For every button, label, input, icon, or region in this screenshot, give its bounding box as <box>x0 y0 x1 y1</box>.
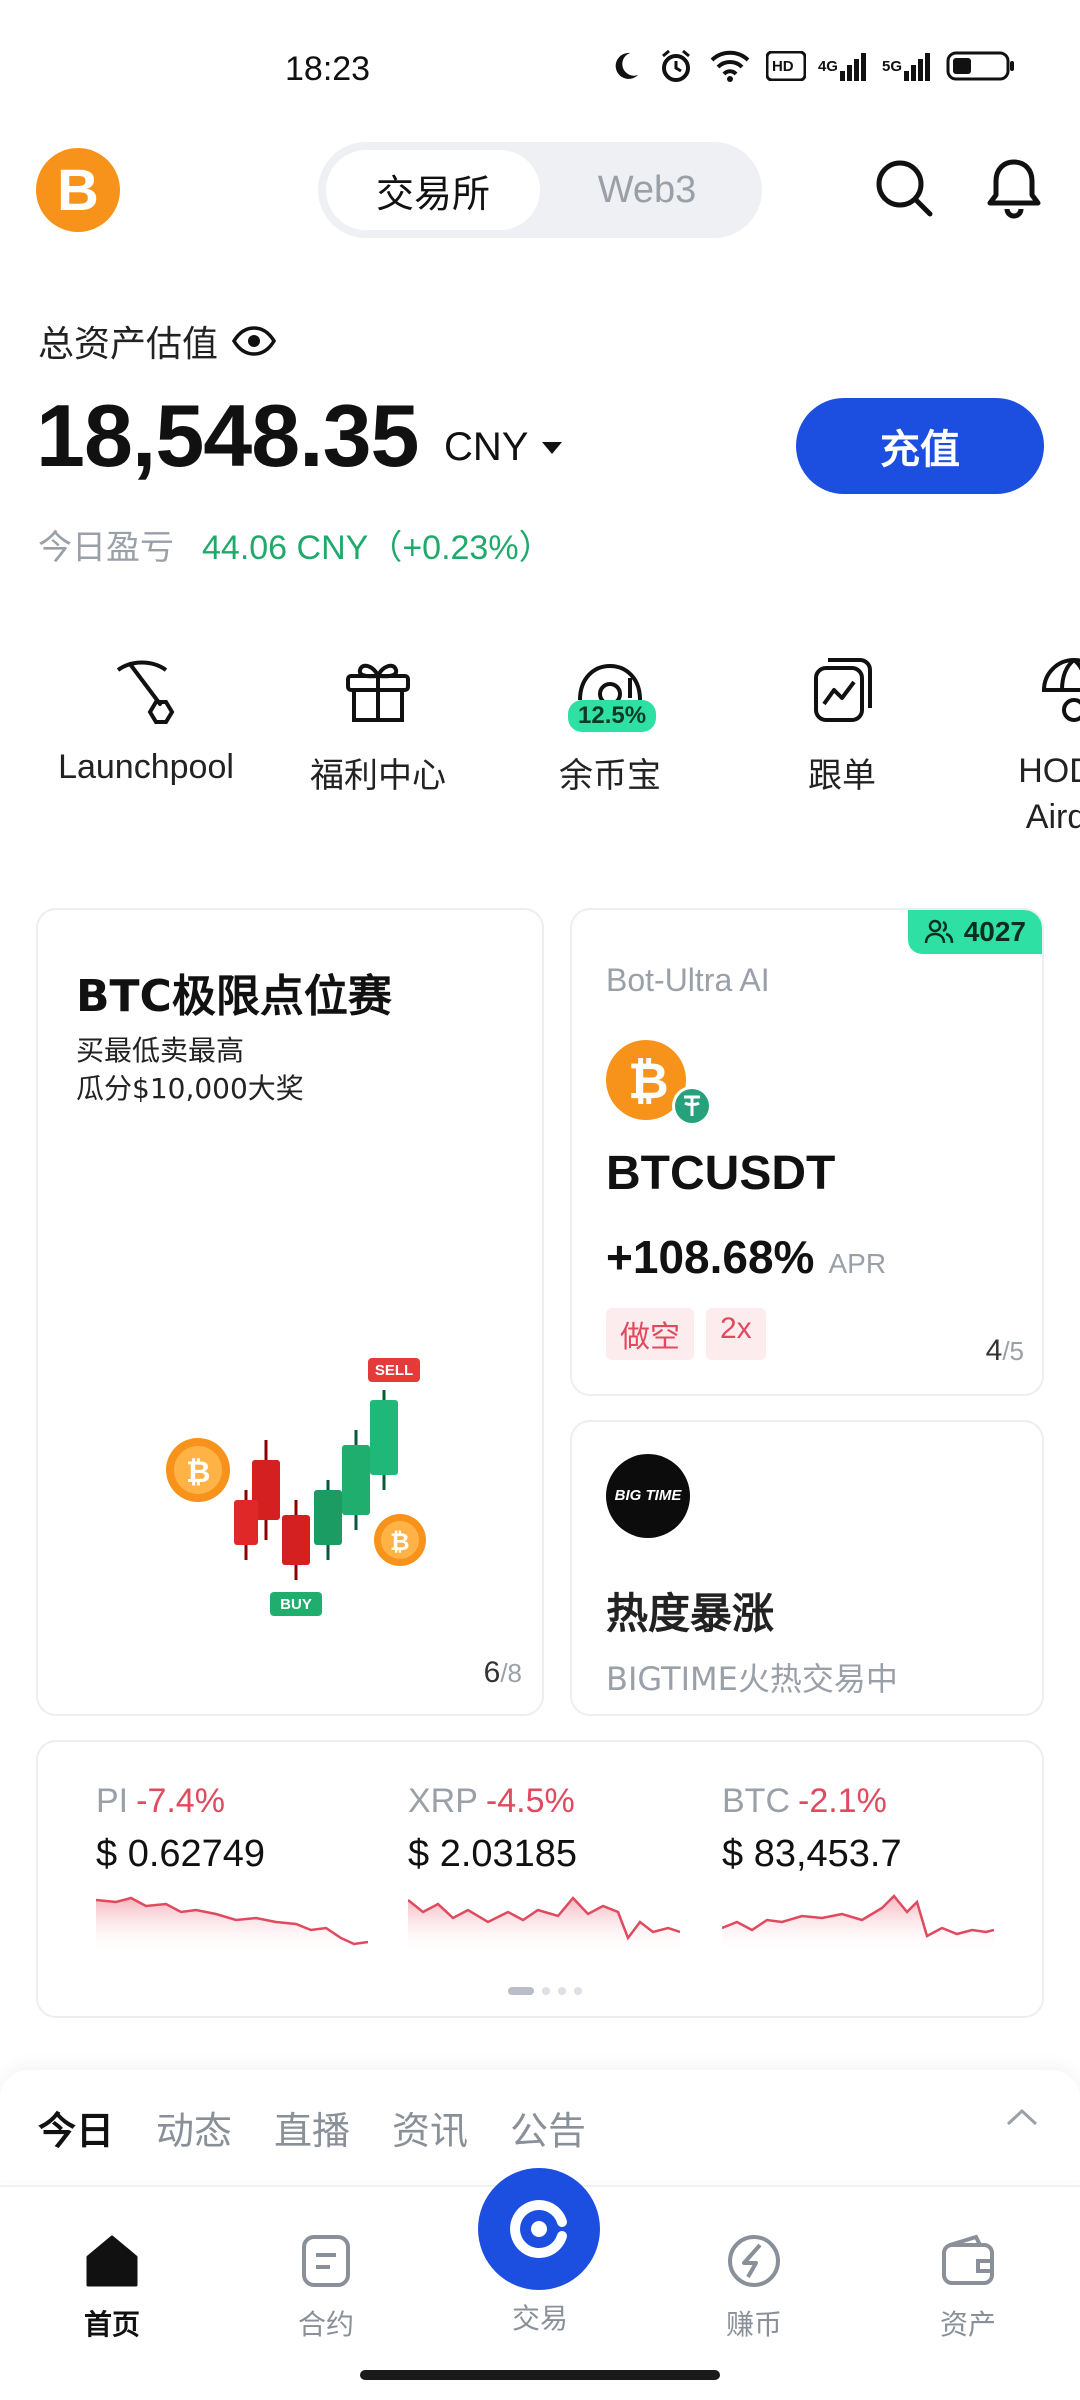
svg-text:₿: ₿ <box>390 1529 410 1556</box>
sell-tag: SELL <box>374 1362 414 1379</box>
copy-trade-icon <box>802 650 882 730</box>
short-tag: 做空 <box>606 1308 694 1360</box>
status-bar: 18:23 HD 4G 5G <box>0 0 1080 120</box>
shortcut-launchpool[interactable]: Launchpool <box>30 650 262 787</box>
buy-tag: BUY <box>280 1596 312 1613</box>
bot-type-label: Bot-Ultra AI <box>606 962 770 998</box>
exchange-web3-switch: 交易所 Web3 <box>318 142 762 238</box>
bell-icon[interactable] <box>982 156 1046 220</box>
eye-icon[interactable] <box>232 326 277 356</box>
home-indicator <box>360 2370 720 2380</box>
trading-pair: BTCUSDT <box>606 1147 836 1200</box>
nav-assets[interactable]: 资产 <box>888 2231 1048 2343</box>
nav-contract[interactable]: 合约 <box>246 2231 406 2343</box>
leverage-tag: 2x <box>706 1308 766 1360</box>
bot-card[interactable]: 4027 Bot-Ultra AI ₿ BTCUSDT +108.68% APR… <box>570 908 1044 1396</box>
news-tab-announcements[interactable]: 公告 <box>510 2100 586 2155</box>
moon-icon <box>608 49 642 83</box>
news-tab-live[interactable]: 直播 <box>274 2100 350 2155</box>
trade-icon <box>510 2200 567 2258</box>
svg-text:₿: ₿ <box>628 1053 669 1109</box>
contract-icon <box>302 2235 350 2287</box>
deposit-button[interactable]: 充值 <box>796 398 1044 494</box>
sparkline-btc <box>722 1894 994 1954</box>
participants-badge: 4027 <box>907 910 1042 954</box>
daily-pnl: 今日盈亏 44.06 CNY（+0.23%） <box>38 520 553 569</box>
bigtime-logo: BIG TIME <box>606 1454 690 1538</box>
airdrop-icon <box>1034 650 1080 730</box>
battery-icon <box>946 50 1016 82</box>
caret-down-icon <box>542 441 563 454</box>
nav-trade-label: 交易 <box>511 2302 568 2335</box>
promo-subtitle: 买最低卖最高 瓜分$10,000大奖 <box>76 1034 304 1105</box>
shortcut-hodler-airdrop[interactable]: HOD Aird <box>958 650 1080 840</box>
pickaxe-icon <box>106 650 186 730</box>
app-logo[interactable]: B <box>36 148 120 232</box>
promo-pager: 6/8 <box>483 1656 522 1689</box>
btc-usdt-pair-icon: ₿ <box>606 1040 712 1126</box>
shortcut-savings[interactable]: 12.5% 余币宝 <box>494 650 726 797</box>
bot-apr: +108.68% APR <box>606 1231 887 1283</box>
currency-selector[interactable]: CNY <box>444 425 564 470</box>
ticker-pagination <box>508 1987 582 1995</box>
sparkline-xrp <box>408 1896 680 1954</box>
gift-icon <box>338 650 418 730</box>
news-tab-feed[interactable]: 动态 <box>156 2100 232 2155</box>
tab-web3[interactable]: Web3 <box>540 150 754 230</box>
trade-button[interactable] <box>478 2168 600 2290</box>
trending-card[interactable]: BIG TIME 热度暴涨 BIGTIME火热交易中 <box>570 1420 1044 1716</box>
tab-exchange[interactable]: 交易所 <box>326 150 540 230</box>
ticker-btc[interactable]: BTC -2.1% $ 83,453.7 <box>722 1782 1002 1876</box>
bot-pager: 4/5 <box>985 1334 1024 1367</box>
total-assets-label: 总资产估值 <box>38 315 277 367</box>
news-tab-news[interactable]: 资讯 <box>392 2100 468 2155</box>
news-tab-today[interactable]: 今日 <box>38 2100 114 2155</box>
promo-card[interactable]: BTC极限点位赛 买最低卖最高 瓜分$10,000大奖 ₿ ₿ SELL BUY… <box>36 908 544 1716</box>
nav-earn[interactable]: 赚币 <box>674 2231 834 2343</box>
bot-tags: 做空 2x <box>606 1308 766 1360</box>
ticker-pi[interactable]: PI -7.4% $ 0.62749 <box>96 1782 376 1876</box>
top-header: B 交易所 Web3 <box>0 140 1080 240</box>
hd-icon: HD <box>765 51 806 81</box>
trending-subtitle: BIGTIME火热交易中 <box>606 1660 898 1698</box>
news-tab-bar: 今日 动态 直播 资讯 公告 <box>0 2070 1080 2180</box>
search-icon[interactable] <box>872 156 936 220</box>
total-balance: 18,548.35 <box>36 386 419 485</box>
signal-5g-icon: 5G <box>882 51 930 81</box>
earn-icon <box>728 2235 780 2287</box>
coin-box-icon: 12.5% <box>568 650 657 732</box>
shortcut-welfare-center[interactable]: 福利中心 <box>262 650 494 797</box>
trending-title: 热度暴涨 <box>606 1589 775 1638</box>
ticker-xrp[interactable]: XRP -4.5% $ 2.03185 <box>408 1782 688 1876</box>
people-icon <box>924 919 953 944</box>
shortcut-row: Launchpool 福利中心 12.5% 余币宝 跟单 HOD Aird <box>0 650 1080 860</box>
promo-title: BTC极限点位赛 <box>76 971 392 1022</box>
nav-home[interactable]: 首页 <box>32 2231 192 2343</box>
wifi-icon <box>710 50 750 82</box>
wallet-icon <box>942 2234 994 2285</box>
sparkline-pi <box>96 1896 368 1954</box>
signal-4g-icon: 4G <box>818 51 866 81</box>
status-icons: HD 4G 5G <box>608 48 1016 84</box>
pnl-value: 44.06 CNY（+0.23%） <box>202 529 553 567</box>
home-icon <box>86 2235 138 2287</box>
chevron-up-icon[interactable] <box>1004 2106 1040 2128</box>
market-ticker-card[interactable]: PI -7.4% $ 0.62749 XRP -4.5% $ 2.03185 BTC… <box>36 1740 1044 2018</box>
shortcut-copy-trading[interactable]: 跟单 <box>726 650 958 797</box>
savings-apy-badge: 12.5% <box>568 700 657 732</box>
status-time: 18:23 <box>285 50 371 88</box>
svg-text:₿: ₿ <box>186 1456 210 1489</box>
pnl-label: 今日盈亏 <box>38 528 174 568</box>
alarm-icon <box>658 48 694 84</box>
